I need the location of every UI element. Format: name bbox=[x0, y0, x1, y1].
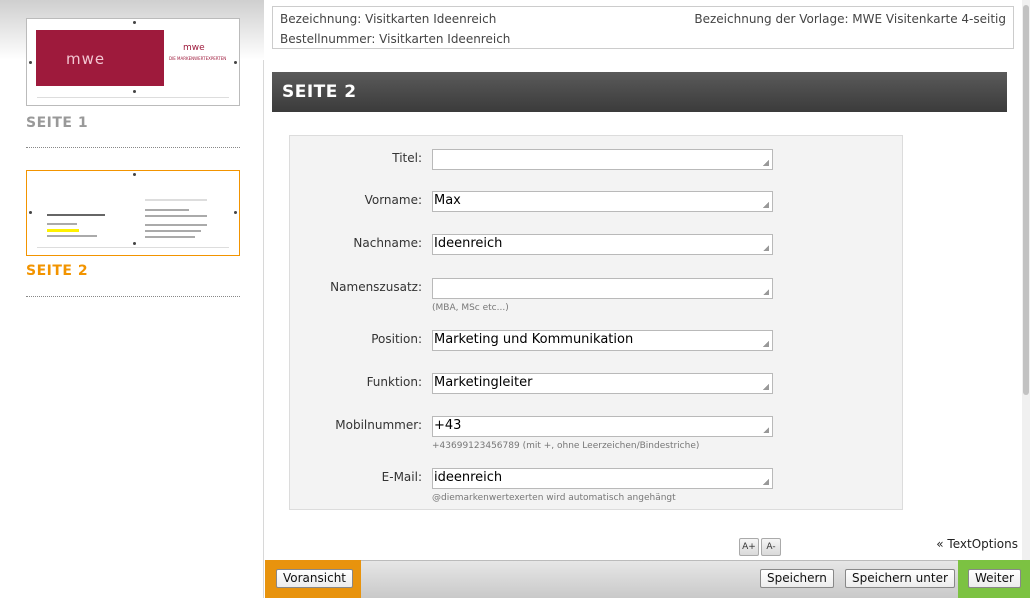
position-field[interactable]: Marketing und Kommunikation bbox=[432, 330, 773, 351]
thumb-brand-text: mwe bbox=[66, 50, 106, 68]
field-hint: @diemarkenwertexerten wird automatisch a… bbox=[432, 493, 676, 503]
thumb-marker bbox=[133, 242, 136, 245]
thumb-text-line bbox=[145, 224, 207, 226]
preview-button[interactable]: Voransicht bbox=[276, 569, 354, 588]
thumb-logo: mwe bbox=[183, 43, 205, 53]
section-title: SEITE 2 bbox=[282, 82, 357, 102]
email-field[interactable]: ideenreich bbox=[432, 468, 773, 489]
sidebar-divider bbox=[26, 296, 240, 297]
field-label: E-Mail: bbox=[381, 470, 422, 484]
thumb-text-line bbox=[145, 199, 207, 201]
bestellnummer-text: Bestellnummer: Visitkarten Ideenreich bbox=[280, 32, 511, 46]
titel-field[interactable] bbox=[432, 149, 773, 170]
thumb-marker bbox=[29, 61, 32, 64]
thumb-text-line bbox=[145, 236, 195, 238]
app-root: mwe mwe DIE MARKENWERTEXPERTEN SEITE 1 S… bbox=[0, 0, 1030, 598]
mobilnummer-field[interactable]: +43 bbox=[432, 416, 773, 437]
bezeichnung-text: Bezeichnung: Visitkarten Ideenreich bbox=[280, 12, 497, 26]
page-label-1[interactable]: SEITE 1 bbox=[26, 115, 88, 131]
field-label: Funktion: bbox=[366, 375, 422, 389]
font-increase-button[interactable]: A+ bbox=[739, 538, 759, 556]
field-label: Nachname: bbox=[353, 236, 422, 250]
thumb-marker bbox=[133, 173, 136, 176]
field-label: Vorname: bbox=[364, 193, 422, 207]
font-decrease-button[interactable]: A- bbox=[761, 538, 781, 556]
font-size-controls: A+ A- bbox=[739, 534, 783, 556]
page-label-2[interactable]: SEITE 2 bbox=[26, 263, 88, 279]
thumb-marker bbox=[133, 90, 136, 93]
section-header: SEITE 2 bbox=[272, 72, 1007, 112]
textoptions-link[interactable]: « TextOptions bbox=[936, 537, 1018, 551]
form-panel: Titel: Vorname: Max Nachname: Ideenreich… bbox=[289, 135, 903, 510]
thumb-brand-block: mwe bbox=[36, 30, 164, 86]
field-label: Position: bbox=[371, 332, 422, 346]
thumb-marker bbox=[234, 61, 237, 64]
page-thumbnail-1[interactable]: mwe mwe DIE MARKENWERTEXPERTEN bbox=[26, 18, 240, 106]
save-button[interactable]: Speichern bbox=[760, 569, 834, 588]
thumb-footer-line bbox=[37, 247, 229, 248]
sidebar-divider bbox=[26, 147, 240, 148]
thumb-marker bbox=[29, 211, 32, 214]
thumb-logo-sub: DIE MARKENWERTEXPERTEN bbox=[169, 56, 227, 61]
nachname-field[interactable]: Ideenreich bbox=[432, 234, 773, 255]
thumb-highlight bbox=[47, 229, 79, 232]
page-scrollbar[interactable] bbox=[1022, 0, 1030, 560]
field-label: Namenszusatz: bbox=[330, 280, 422, 294]
thumb-text-line bbox=[47, 214, 105, 216]
thumb-text-line bbox=[145, 209, 189, 211]
field-label: Mobilnummer: bbox=[335, 418, 422, 432]
thumb-text-line bbox=[145, 230, 201, 232]
field-hint: (MBA, MSc etc...) bbox=[432, 303, 509, 313]
namenszusatz-field[interactable] bbox=[432, 278, 773, 299]
save-as-button[interactable]: Speichern unter bbox=[845, 569, 955, 588]
thumb-text-line bbox=[47, 223, 77, 225]
vorname-field[interactable]: Max bbox=[432, 191, 773, 212]
vorlage-text: Bezeichnung der Vorlage: MWE Visitenkart… bbox=[694, 12, 1006, 26]
thumb-text-line bbox=[47, 235, 97, 237]
thumb-marker bbox=[234, 211, 237, 214]
next-button[interactable]: Weiter bbox=[968, 569, 1021, 588]
page-sidebar: mwe mwe DIE MARKENWERTEXPERTEN SEITE 1 S… bbox=[0, 0, 264, 598]
funktion-field[interactable]: Marketingleiter bbox=[432, 373, 773, 394]
scrollbar-thumb[interactable] bbox=[1023, 5, 1029, 395]
field-label: Titel: bbox=[392, 151, 422, 165]
thumb-text-line bbox=[145, 215, 207, 217]
page-thumbnail-2[interactable] bbox=[26, 170, 240, 256]
field-hint: +43699123456789 (mit +, ohne Leerzeichen… bbox=[432, 441, 700, 451]
order-info-box: Bezeichnung: Visitkarten Ideenreich Beze… bbox=[272, 6, 1014, 49]
thumb-marker bbox=[133, 21, 136, 24]
thumb-footer-line bbox=[37, 97, 229, 98]
